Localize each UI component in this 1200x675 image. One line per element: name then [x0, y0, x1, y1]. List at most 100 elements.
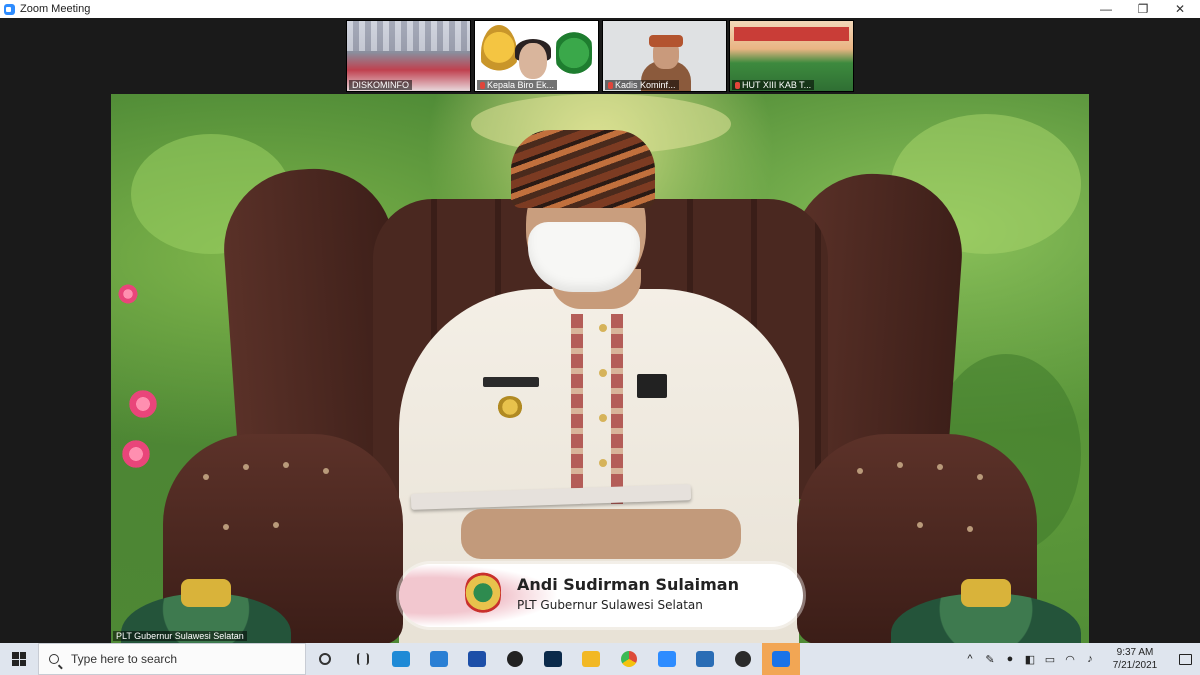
minimize-button[interactable]: —	[1086, 0, 1126, 18]
flower	[119, 439, 153, 469]
participant-thumbnail-diskominfo[interactable]: DISKOMINFO	[346, 20, 471, 92]
clock-time: 9:37 AM	[1116, 647, 1154, 658]
obs-icon	[735, 651, 751, 667]
face-mask	[528, 222, 640, 292]
battery-icon[interactable]: ▭	[1040, 643, 1060, 675]
flower	[126, 389, 160, 419]
search-icon	[49, 654, 59, 664]
taskbar-app-button[interactable]	[686, 643, 724, 675]
speaker-hands	[461, 509, 741, 559]
muted-mic-icon	[480, 81, 485, 89]
chair-stud	[967, 526, 973, 532]
muted-mic-icon	[608, 81, 613, 89]
participant-thumbnail-kadis-kominfo[interactable]: Kadis Kominf...	[602, 20, 727, 92]
taskbar-app-button[interactable]	[724, 643, 762, 675]
clock-date: 7/21/2021	[1112, 660, 1158, 671]
windows-icon	[12, 652, 26, 666]
participant-label: Kadis Kominf...	[605, 80, 679, 90]
clock[interactable]: 9:37 AM 7/21/2021	[1100, 646, 1170, 672]
taskbar-app-button[interactable]	[496, 643, 534, 675]
notification-icon	[1178, 653, 1192, 665]
taskbar-app-button[interactable]	[534, 643, 572, 675]
taskbar-search[interactable]: Type here to search	[38, 643, 306, 675]
taskbar-app-button[interactable]	[762, 643, 800, 675]
muted-mic-icon	[735, 81, 740, 89]
photos-icon	[696, 651, 714, 667]
pen-icon[interactable]: ✎	[980, 643, 1000, 675]
window-title: Zoom Meeting	[20, 3, 91, 15]
taskbar-app-button[interactable]	[306, 643, 344, 675]
title-bar: Zoom Meeting — ❐ ✕	[0, 0, 1200, 18]
restore-button[interactable]: ❐	[1123, 0, 1163, 18]
speaker-namecard: Andi Sudirman Sulaiman PLT Gubernur Sula…	[399, 564, 803, 627]
sulsel-emblem-icon	[465, 572, 501, 618]
mail-icon	[430, 651, 448, 667]
participant-caption: PLT Gubernur Sulawesi Selatan	[113, 631, 247, 641]
taskbar-app-button[interactable]	[382, 643, 420, 675]
chair-stud	[323, 468, 329, 474]
participant-label: Kepala Biro Ek...	[477, 80, 558, 90]
meeting-area: DISKOMINFO Kepala Biro Ek... Kadis Komin…	[0, 18, 1200, 643]
system-tray: ^ ✎ ● ◧ ▭ ◠ ♪ 9:37 AM 7/21/2021	[960, 643, 1200, 675]
name-tag	[483, 377, 539, 387]
songkok-hat	[511, 130, 655, 208]
chair-stud	[223, 524, 229, 530]
garment-button	[599, 324, 607, 332]
chair-stud	[857, 468, 863, 474]
chevron-up-icon[interactable]: ^	[960, 643, 980, 675]
taskbar-apps	[306, 643, 800, 675]
speaker-name: Andi Sudirman Sulaiman	[517, 575, 739, 594]
zoom-logo-icon	[4, 3, 15, 15]
thumbnail-video	[347, 21, 470, 51]
zoom-icon	[658, 651, 676, 667]
close-button[interactable]: ✕	[1160, 0, 1200, 18]
security-icon[interactable]: ◧	[1020, 643, 1040, 675]
chair-stud	[273, 522, 279, 528]
xbox-icon	[507, 651, 523, 667]
taskbar-app-button[interactable]	[648, 643, 686, 675]
blue-app-icon	[468, 651, 486, 667]
participant-label: HUT XIII KAB T...	[732, 80, 815, 90]
garment-button	[599, 369, 607, 377]
participant-label: DISKOMINFO	[349, 80, 413, 90]
active-app-icon	[772, 651, 790, 667]
garment-button	[599, 459, 607, 467]
thumbnail-video	[519, 43, 547, 79]
emblem-pin-icon	[497, 396, 523, 418]
notification-button[interactable]	[1170, 643, 1200, 675]
chair-stud	[897, 462, 903, 468]
taskbar-app-button[interactable]	[458, 643, 496, 675]
chair-stud	[203, 474, 209, 480]
file-explorer-icon	[582, 651, 600, 667]
chair-stud	[917, 522, 923, 528]
participant-thumbnail-hut-xiii[interactable]: HUT XIII KAB T...	[729, 20, 854, 92]
start-button[interactable]	[0, 643, 38, 675]
chrome-icon	[621, 651, 637, 667]
taskbar: Type here to search ^ ✎ ● ◧ ▭ ◠ ♪ 9:37 A…	[0, 643, 1200, 675]
mic-icon[interactable]: ●	[1000, 643, 1020, 675]
chair-stud	[283, 462, 289, 468]
main-speaker-video[interactable]: Andi Sudirman Sulaiman PLT Gubernur Sula…	[111, 94, 1089, 643]
thumbnail-video	[734, 27, 849, 41]
multitask-icon	[357, 653, 369, 665]
chair-stud	[937, 464, 943, 470]
emblem-icon	[481, 25, 517, 81]
chair-stud	[243, 464, 249, 470]
id-badge	[637, 374, 667, 398]
volume-icon[interactable]: ♪	[1080, 643, 1100, 675]
taskbar-app-button[interactable]	[420, 643, 458, 675]
garment-stripe	[611, 314, 623, 504]
garment-button	[599, 414, 607, 422]
search-placeholder: Type here to search	[71, 652, 178, 666]
wifi-icon[interactable]: ◠	[1060, 643, 1080, 675]
taskbar-app-button[interactable]	[344, 643, 382, 675]
edge-icon	[392, 651, 410, 667]
participant-thumbnail-kepala-biro[interactable]: Kepala Biro Ek...	[474, 20, 599, 92]
flower	[116, 284, 140, 304]
emblem-icon	[556, 25, 592, 81]
garment-stripe	[571, 314, 583, 504]
taskbar-app-button[interactable]	[610, 643, 648, 675]
thumbnail-video	[649, 35, 683, 47]
taskbar-app-button[interactable]	[572, 643, 610, 675]
task-view-icon	[319, 653, 331, 665]
